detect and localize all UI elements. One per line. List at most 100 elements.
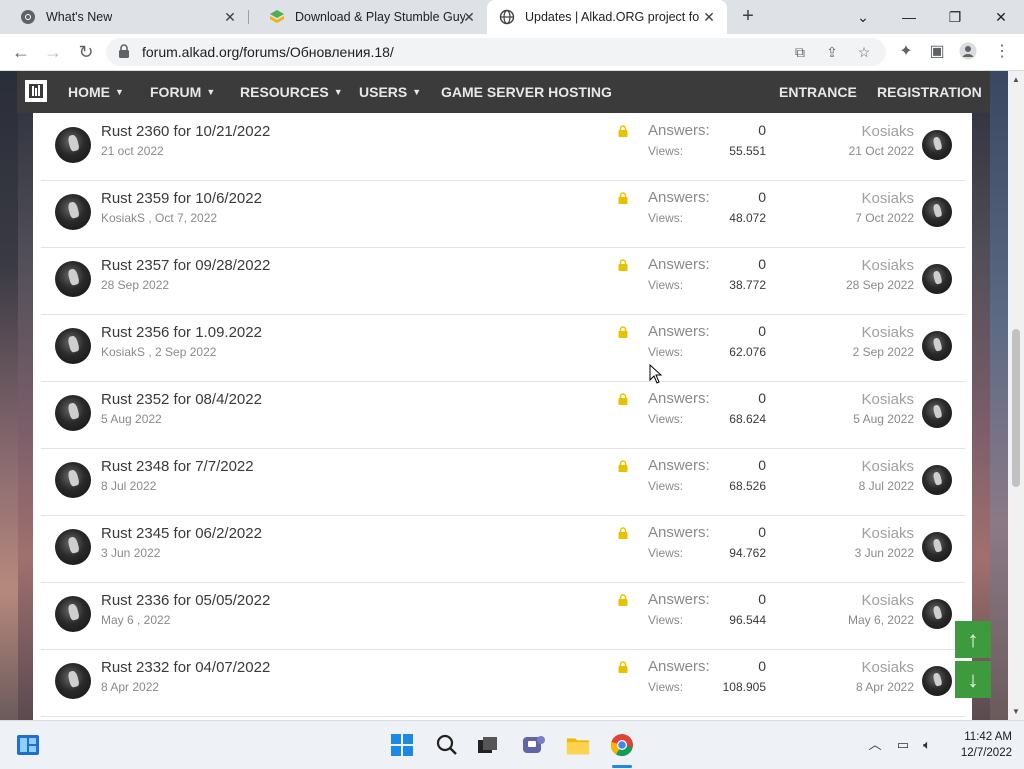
thread-starter-avatar[interactable]	[55, 395, 91, 431]
last-poster-avatar[interactable]	[922, 197, 952, 227]
address-bar[interactable]: forum.alkad.org/forums/Обновления.18/ ⧉ …	[106, 38, 886, 66]
thread-meta[interactable]: KosiakS , 2 Sep 2022	[101, 345, 216, 359]
menu-kebab-icon[interactable]: ⋮	[992, 42, 1012, 62]
share-icon[interactable]: ⇪	[824, 44, 840, 60]
start-button-icon[interactable]	[390, 733, 414, 757]
network-icon[interactable]: ▭	[894, 736, 912, 754]
last-post-author[interactable]: Kosiaks	[814, 659, 914, 676]
nav-users[interactable]: USERS ▼	[359, 71, 421, 113]
reload-button[interactable]: ↻	[75, 41, 97, 63]
page-scrollbar[interactable]: ▲ ▼	[1008, 71, 1024, 720]
thread-title[interactable]: Rust 2359 for 10/6/2022	[101, 190, 262, 207]
file-explorer-icon[interactable]	[566, 733, 590, 757]
thread-title[interactable]: Rust 2356 for 1.09.2022	[101, 324, 262, 341]
search-icon[interactable]	[435, 733, 459, 757]
thread-title[interactable]: Rust 2348 for 7/7/2022	[101, 458, 254, 475]
close-window-button[interactable]: ✕	[978, 0, 1024, 34]
close-tab-icon[interactable]: ✕	[222, 9, 238, 25]
close-tab-icon[interactable]: ✕	[461, 9, 477, 25]
chevron-up-icon[interactable]: ︿	[866, 736, 884, 754]
chrome-taskbar-icon[interactable]	[610, 733, 634, 757]
last-post-author[interactable]: Kosiaks	[814, 257, 914, 274]
lock-icon[interactable]	[118, 44, 130, 63]
tab-alkad-updates[interactable]: Updates | Alkad.ORG project foru ✕	[487, 0, 727, 34]
last-post-date[interactable]: 28 Sep 2022	[814, 278, 914, 292]
last-post-author[interactable]: Kosiaks	[814, 123, 914, 140]
bookmark-star-icon[interactable]: ☆	[856, 44, 872, 60]
forward-button[interactable]: →	[42, 41, 64, 63]
thread-title[interactable]: Rust 2345 for 06/2/2022	[101, 525, 262, 542]
thread-meta[interactable]: 8 Apr 2022	[101, 680, 159, 694]
close-tab-icon[interactable]: ✕	[701, 9, 717, 25]
last-poster-avatar[interactable]	[922, 331, 952, 361]
thread-title[interactable]: Rust 2332 for 04/07/2022	[101, 659, 270, 676]
minimize-button[interactable]: —	[886, 0, 932, 34]
thread-starter-avatar[interactable]	[55, 663, 91, 699]
nav-registration[interactable]: REGISTRATION	[877, 71, 982, 113]
last-poster-avatar[interactable]	[922, 465, 952, 495]
new-tab-button[interactable]: +	[738, 6, 758, 26]
translate-icon[interactable]: ⧉	[792, 44, 808, 60]
nav-entrance[interactable]: ENTRANCE	[779, 71, 857, 113]
last-post-date[interactable]: 21 Oct 2022	[814, 144, 914, 158]
thread-title[interactable]: Rust 2357 for 09/28/2022	[101, 257, 270, 274]
thread-title[interactable]: Rust 2336 for 05/05/2022	[101, 592, 270, 609]
site-logo-icon[interactable]	[25, 80, 47, 102]
widgets-icon[interactable]	[16, 733, 40, 757]
last-post-date[interactable]: 7 Oct 2022	[814, 211, 914, 225]
last-post-date[interactable]: 2 Sep 2022	[814, 345, 914, 359]
last-post-author[interactable]: Kosiaks	[814, 525, 914, 542]
thread-row[interactable]: Rust 2332 for 04/07/2022 8 Apr 2022 Answer…	[41, 649, 965, 717]
thread-starter-avatar[interactable]	[55, 328, 91, 364]
last-post-author[interactable]: Kosiaks	[814, 190, 914, 207]
last-poster-avatar[interactable]	[922, 130, 952, 160]
last-post-author[interactable]: Kosiaks	[814, 391, 914, 408]
thread-title[interactable]: Rust 2352 for 08/4/2022	[101, 391, 262, 408]
volume-icon[interactable]: 🔈︎	[918, 736, 936, 754]
profile-icon[interactable]	[958, 42, 978, 62]
back-button[interactable]: ←	[10, 41, 32, 63]
nav-game-server-hosting[interactable]: GAME SERVER HOSTING	[441, 71, 612, 113]
thread-meta[interactable]: 28 Sep 2022	[101, 278, 169, 292]
last-post-date[interactable]: May 6, 2022	[814, 613, 914, 627]
side-panel-icon[interactable]: ▣	[927, 42, 947, 62]
thread-meta[interactable]: 8 Jul 2022	[101, 479, 156, 493]
last-post-author[interactable]: Kosiaks	[814, 324, 914, 341]
last-post-date[interactable]: 3 Jun 2022	[814, 546, 914, 560]
thread-starter-avatar[interactable]	[55, 194, 91, 230]
last-post-date[interactable]: 5 Aug 2022	[814, 412, 914, 426]
task-view-icon[interactable]	[476, 733, 500, 757]
thread-row[interactable]: Rust 2352 for 08/4/2022 5 Aug 2022 Answers…	[41, 381, 965, 449]
scroll-to-bottom-button[interactable]: ↓	[955, 661, 991, 698]
thread-meta[interactable]: 5 Aug 2022	[101, 412, 162, 426]
nav-forum[interactable]: FORUM ▼	[150, 71, 215, 113]
last-poster-avatar[interactable]	[922, 599, 952, 629]
last-post-author[interactable]: Kosiaks	[814, 458, 914, 475]
thread-row[interactable]: Rust 2359 for 10/6/2022 KosiakS , Oct 7, …	[41, 180, 965, 248]
thread-row[interactable]: Rust 2336 for 05/05/2022 May 6 , 2022 Answ…	[41, 582, 965, 650]
scrollbar-thumb[interactable]	[1012, 329, 1020, 487]
last-post-date[interactable]: 8 Jul 2022	[814, 479, 914, 493]
thread-starter-avatar[interactable]	[55, 261, 91, 297]
scroll-to-top-button[interactable]: ↑	[955, 621, 991, 658]
thread-row[interactable]: Rust 2345 for 06/2/2022 3 Jun 2022 Answers…	[41, 515, 965, 583]
thread-row[interactable]: Rust 2348 for 7/7/2022 8 Jul 2022 Answers:…	[41, 448, 965, 516]
nav-home[interactable]: HOME ▼	[68, 71, 124, 113]
last-post-author[interactable]: Kosiaks	[814, 592, 914, 609]
tab-whats-new[interactable]: What's New ✕	[0, 0, 248, 34]
thread-starter-avatar[interactable]	[55, 462, 91, 498]
thread-row[interactable]: Rust 2360 for 10/21/2022 21 oct 2022 Answe…	[41, 113, 965, 181]
last-poster-avatar[interactable]	[922, 264, 952, 294]
thread-row[interactable]: Rust 2356 for 1.09.2022 KosiakS , 2 Sep 2…	[41, 314, 965, 382]
nav-resources[interactable]: RESOURCES ▼	[240, 71, 343, 113]
thread-meta[interactable]: KosiakS , Oct 7, 2022	[101, 211, 217, 225]
scroll-down-arrow-icon[interactable]: ▼	[1011, 707, 1021, 716]
last-poster-avatar[interactable]	[922, 532, 952, 562]
thread-meta[interactable]: 3 Jun 2022	[101, 546, 160, 560]
restore-button[interactable]: ❐	[932, 0, 978, 34]
last-poster-avatar[interactable]	[922, 666, 952, 696]
thread-meta[interactable]: 21 oct 2022	[101, 144, 164, 158]
tab-stumble-guys[interactable]: Download & Play Stumble Guys ✕	[249, 0, 487, 34]
taskbar-clock[interactable]: 11:42 AM 12/7/2022	[948, 729, 1012, 761]
last-post-date[interactable]: 8 Apr 2022	[814, 680, 914, 694]
